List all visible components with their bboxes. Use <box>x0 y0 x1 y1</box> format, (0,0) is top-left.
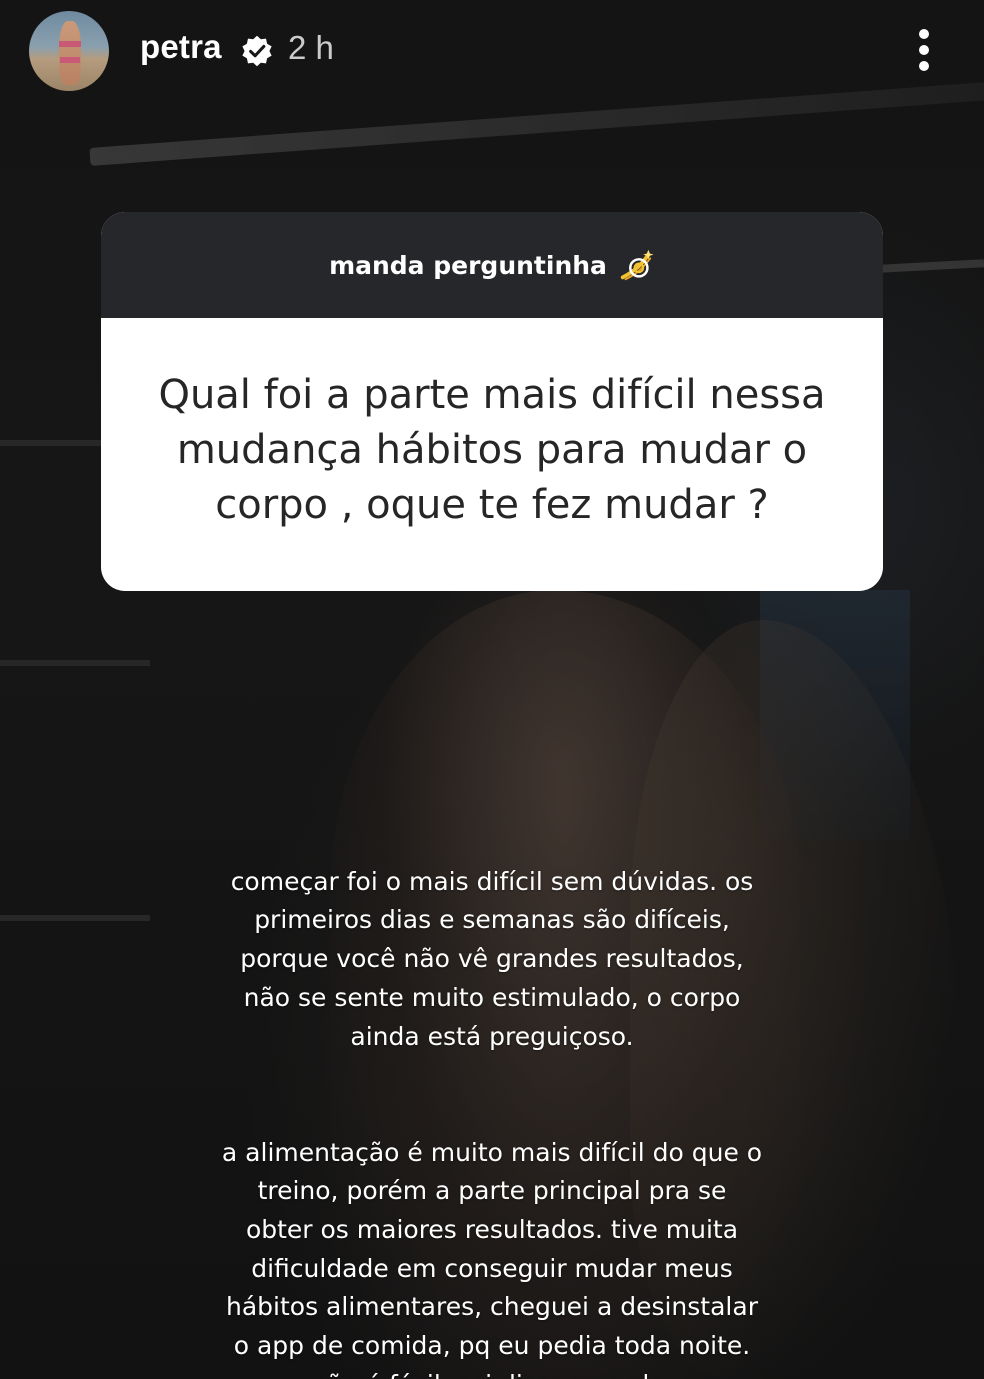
question-prompt-row: manda perguntinha <box>101 212 883 318</box>
story-viewer[interactable]: petra 2 h manda perguntinha Qual foi a p… <box>0 0 984 1379</box>
more-vertical-icon <box>919 45 929 55</box>
answer-paragraph: a alimentação é muito mais difícil do qu… <box>221 1137 763 1379</box>
more-vertical-icon <box>919 29 929 39</box>
question-prompt: manda perguntinha <box>329 250 607 280</box>
question-sticker-body: Qual foi a parte mais difícil nessa muda… <box>101 318 883 591</box>
answer-text: começar foi o mais difícil sem dúvidas. … <box>150 824 834 1379</box>
timestamp: 2 h <box>288 29 334 66</box>
username[interactable]: petra <box>140 28 222 66</box>
avatar-detail <box>60 57 80 63</box>
question-sticker[interactable]: manda perguntinha Qual foi a parte mais … <box>101 212 883 591</box>
answer-paragraph: começar foi o mais difícil sem dúvidas. … <box>230 866 754 1051</box>
avatar-detail <box>59 41 81 47</box>
background-ceiling-line <box>879 259 984 273</box>
question-text: Qual foi a parte mais difícil nessa muda… <box>158 372 826 528</box>
background-shelf <box>0 915 150 921</box>
verified-badge-icon <box>242 35 272 67</box>
more-options-button[interactable] <box>908 24 940 76</box>
more-vertical-icon <box>919 61 929 71</box>
question-sticker-header: manda perguntinha <box>101 212 883 318</box>
avatar-figure <box>59 21 81 85</box>
avatar[interactable] <box>29 11 109 91</box>
story-header: petra 2 h <box>0 0 984 100</box>
background-shelf <box>0 660 150 666</box>
dizzy-emoji-icon <box>620 249 654 281</box>
